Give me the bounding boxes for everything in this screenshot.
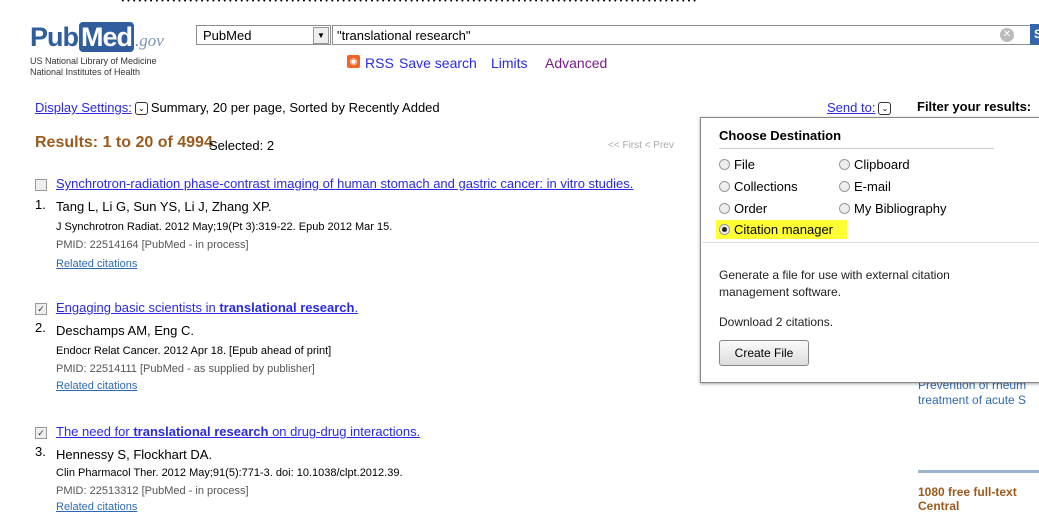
cropped-caption-strip: ········································…	[120, 0, 698, 10]
free-full-text-heading: 1080 free full-text Central	[918, 485, 1017, 513]
database-select[interactable]: PubMed ▼	[196, 25, 331, 45]
pubmed-logo[interactable]: Pub Med .gov	[30, 22, 164, 53]
item-2-journal: Endocr Relat Cancer. 2012 Apr 18. [Epub …	[56, 345, 332, 357]
logo-gov-text: .gov	[135, 31, 164, 50]
save-search-link[interactable]: Save search	[399, 55, 477, 71]
item-3-journal: Clin Pharmacol Ther. 2012 May;91(5):771-…	[56, 467, 403, 479]
radio-selected-icon[interactable]	[719, 224, 730, 236]
radio-icon[interactable]	[839, 181, 850, 193]
free-line-2: Central	[918, 499, 960, 513]
option-clipboard[interactable]: Clipboard	[839, 157, 910, 172]
item-1-title[interactable]: Synchrotron-radiation phase-contrast ima…	[56, 176, 633, 191]
item-2-authors: Deschamps AM, Eng C.	[56, 323, 194, 338]
download-count-text: Download 2 citations.	[719, 315, 834, 329]
item-3-title-bold: translational research	[133, 424, 269, 439]
pager[interactable]: << First < Prev	[608, 140, 674, 151]
option-email-label: E-mail	[854, 179, 891, 194]
item-2-related-citations[interactable]: Related citations	[56, 380, 137, 392]
search-button[interactable]: S	[1030, 24, 1039, 45]
nlm-credit: US National Library of Medicine National…	[30, 56, 157, 78]
item-1-number: 1.	[35, 197, 46, 212]
nlm-line-1: US National Library of Medicine	[30, 56, 157, 66]
popup-heading: Choose Destination	[719, 128, 842, 143]
citation-manager-description: Generate a file for use with external ci…	[719, 268, 950, 299]
item-3-related-citations[interactable]: Related citations	[56, 501, 137, 513]
prevention-line-2: treatment of acute S	[918, 393, 1027, 407]
create-file-button[interactable]: Create File	[719, 340, 809, 366]
option-my-bibliography-label: My Bibliography	[854, 201, 947, 216]
item-1-authors: Tang L, Li G, Sun YS, Li J, Zhang XP.	[56, 199, 272, 214]
option-citation-manager[interactable]: Citation manager	[716, 220, 847, 239]
item-2-title[interactable]: Engaging basic scientists in translation…	[56, 300, 358, 315]
option-order[interactable]: Order	[719, 201, 767, 216]
radio-icon[interactable]	[839, 203, 850, 215]
database-select-value: PubMed	[203, 28, 252, 43]
item-3-title-post: on drug-drug interactions.	[268, 424, 421, 439]
radio-icon[interactable]	[719, 203, 730, 215]
search-input[interactable]: "translational research" ✕	[332, 25, 1039, 45]
item-1-journal: J Synchrotron Radiat. 2012 May;19(Pt 3):…	[56, 221, 393, 233]
radio-icon[interactable]	[719, 159, 730, 171]
limits-link[interactable]: Limits	[491, 55, 528, 71]
send-to-link[interactable]: Send to:	[827, 100, 875, 115]
option-citation-manager-label: Citation manager	[734, 222, 833, 237]
item-2-title-pre: Engaging basic scientists in	[56, 300, 220, 315]
advanced-link[interactable]: Advanced	[545, 55, 607, 71]
send-to-popup: Choose Destination File Clipboard Collec…	[700, 117, 1039, 383]
option-order-label: Order	[734, 201, 768, 216]
clear-icon[interactable]: ✕	[1000, 28, 1014, 42]
radio-icon[interactable]	[719, 181, 730, 193]
item-2-pmid: PMID: 22514111 [PubMed - as supplied by …	[56, 363, 315, 375]
divider	[719, 148, 994, 149]
item-2-title-bold: translational research	[219, 300, 355, 315]
item-2-checkbox[interactable]: ✓	[35, 303, 47, 315]
display-settings-link[interactable]: Display Settings:	[35, 100, 132, 115]
logo-pub-text: Pub	[30, 22, 79, 52]
nlm-line-2: National Institutes of Health	[30, 67, 141, 77]
option-file-label: File	[734, 157, 755, 172]
right-column-divider	[918, 470, 1039, 473]
results-count: Results: 1 to 20 of 4994	[35, 134, 213, 151]
send-to[interactable]: Send to: ⌄	[827, 100, 894, 116]
citation-manager-highlight: Citation manager	[716, 220, 847, 239]
rss-link[interactable]: RSS	[365, 55, 394, 71]
radio-icon[interactable]	[839, 159, 850, 171]
option-clipboard-label: Clipboard	[854, 157, 910, 172]
filter-heading: Filter your results:	[917, 99, 1032, 114]
display-settings-value: Summary, 20 per page, Sorted by Recently…	[150, 100, 440, 115]
item-1-pmid: PMID: 22514164 [PubMed - in process]	[56, 239, 249, 251]
chevron-down-icon[interactable]: ⌄	[134, 102, 148, 116]
item-3-title-pre: The need for	[56, 424, 134, 439]
chevron-down-icon[interactable]: ▼	[313, 27, 329, 44]
free-line-1: 1080 free full-text	[918, 485, 1017, 499]
option-my-bibliography[interactable]: My Bibliography	[839, 201, 947, 216]
item-2-title-post: .	[354, 300, 359, 315]
option-email[interactable]: E-mail	[839, 179, 891, 194]
item-1-checkbox[interactable]	[35, 179, 47, 191]
divider	[702, 242, 1039, 243]
option-collections-label: Collections	[734, 179, 798, 194]
search-input-value: "translational research"	[337, 28, 471, 43]
item-1-related-citations[interactable]: Related citations	[56, 258, 137, 270]
rss-icon[interactable]: ◉	[347, 55, 360, 68]
item-3-number: 3.	[35, 444, 46, 459]
chevron-down-icon[interactable]: ⌄	[878, 102, 892, 116]
item-3-pmid: PMID: 22513312 [PubMed - in process]	[56, 485, 249, 497]
item-3-title[interactable]: The need for translational research on d…	[56, 424, 420, 439]
item-3-authors: Hennessy S, Flockhart DA.	[56, 447, 213, 462]
display-settings: Display Settings: ⌄ Summary, 20 per page, …	[35, 100, 440, 116]
option-file[interactable]: File	[719, 157, 755, 172]
selected-count: Selected: 2	[209, 138, 275, 153]
option-collections[interactable]: Collections	[719, 179, 798, 194]
item-2-number: 2.	[35, 320, 46, 335]
item-3-checkbox[interactable]: ✓	[35, 427, 47, 439]
logo-med-text: Med	[79, 22, 134, 52]
